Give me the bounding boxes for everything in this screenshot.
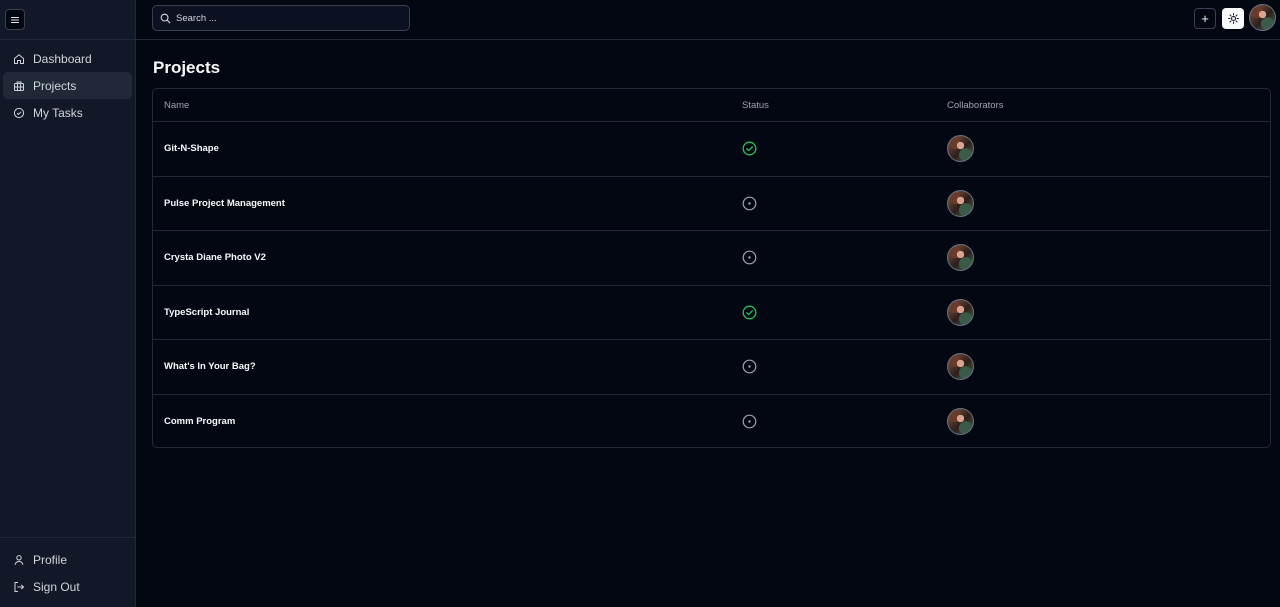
check-circle-icon [13,107,25,119]
project-name[interactable]: Pulse Project Management [153,198,731,209]
status-completed-icon [742,141,757,156]
table-row[interactable]: Comm Program [153,395,1270,448]
search-icon [160,13,171,23]
project-status [731,359,934,374]
sidebar-item-profile[interactable]: Profile [3,546,132,573]
sidebar-item-label: My Tasks [33,105,83,120]
table-row[interactable]: Pulse Project Management [153,177,1270,231]
collaborators [934,353,1270,381]
add-project-button[interactable]: + [1194,8,1216,29]
search-input[interactable] [176,12,396,24]
sun-icon [1227,13,1239,24]
sidebar-item-dashboard[interactable]: Dashboard [3,45,132,72]
status-completed-icon [742,305,757,320]
collaborator-avatar[interactable] [947,244,974,272]
sidebar-item-label: Sign Out [33,579,80,594]
sidebar-nav: Dashboard Projects My Tasks [0,40,135,131]
sidebar-header [0,0,135,40]
project-name[interactable]: Git-N-Shape [153,143,731,154]
theme-toggle-button[interactable] [1222,8,1244,29]
project-name[interactable]: Comm Program [153,416,731,427]
sidebar-item-label: Dashboard [33,51,92,66]
collaborator-avatar[interactable] [947,189,974,217]
collaborator-avatar[interactable] [947,298,974,326]
project-status [731,305,934,320]
table-row[interactable]: TypeScript Journal [153,286,1270,340]
project-status [731,141,934,156]
project-name[interactable]: What's In Your Bag? [153,361,731,372]
project-status [731,414,934,429]
status-in-progress-icon [742,250,757,265]
projects-table: Name Status Collaborators Git-N-Shape Pul… [152,88,1271,448]
sidebar-item-my-tasks[interactable]: My Tasks [3,99,132,126]
table-row[interactable]: What's In Your Bag? [153,340,1270,395]
collaborator-avatar[interactable] [947,135,974,163]
table-body: Git-N-Shape Pulse Project Management Cryst… [153,122,1270,448]
sidebar-item-projects[interactable]: Projects [3,72,132,99]
sign-out-icon [13,581,25,593]
search-box[interactable] [152,5,410,31]
table-row[interactable]: Crysta Diane Photo V2 [153,231,1270,286]
status-in-progress-icon [742,196,757,211]
project-name[interactable]: Crysta Diane Photo V2 [153,252,731,263]
sidebar: Dashboard Projects My Tasks Profile Sign… [0,0,136,607]
collaborators [934,135,1270,163]
plus-icon: + [1201,11,1209,26]
sidebar-item-sign-out[interactable]: Sign Out [3,573,132,600]
home-icon [13,53,25,65]
table-row[interactable]: Git-N-Shape [153,122,1270,177]
hamburger-icon [10,16,20,23]
status-in-progress-icon [742,359,757,374]
collaborators [934,408,1270,436]
menu-toggle-button[interactable] [5,9,25,30]
collaborators [934,244,1270,272]
briefcase-icon [13,80,25,92]
table-header: Name Status Collaborators [153,89,1270,122]
sidebar-item-label: Profile [33,552,68,567]
project-status [731,250,934,265]
sidebar-item-label: Projects [33,78,77,93]
column-header-status[interactable]: Status [731,100,934,111]
collaborator-avatar[interactable] [947,408,974,436]
user-avatar[interactable] [1249,4,1276,31]
page-title: Projects [153,58,221,77]
project-status [731,196,934,211]
collaborators [934,298,1270,326]
collaborator-avatar[interactable] [947,353,974,381]
top-header: + [136,0,1280,40]
status-in-progress-icon [742,414,757,429]
column-header-name[interactable]: Name [153,100,731,111]
column-header-collaborators[interactable]: Collaborators [934,100,1270,111]
user-icon [13,554,25,566]
sidebar-footer: Profile Sign Out [0,537,135,607]
project-name[interactable]: TypeScript Journal [153,307,731,318]
collaborators [934,189,1270,217]
